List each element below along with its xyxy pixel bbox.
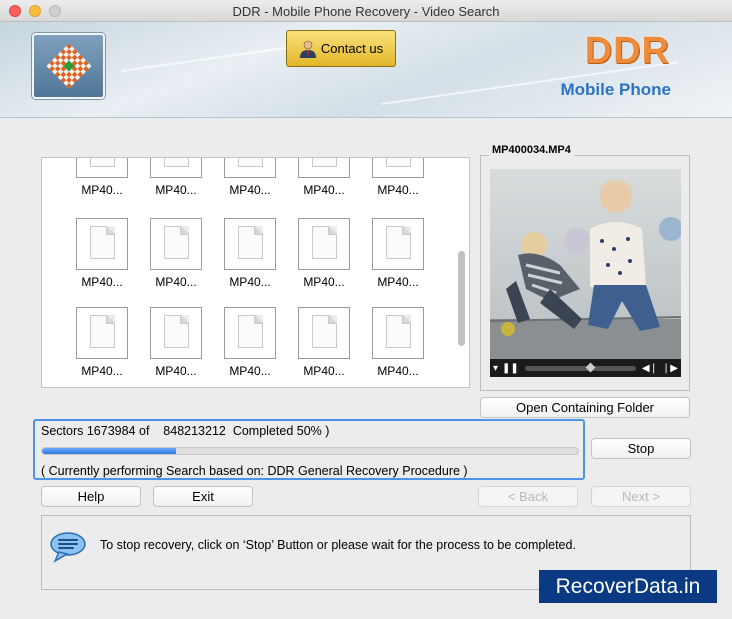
file-name: MP40... xyxy=(377,364,419,378)
progress-group: Sectors 1673984 of 848213212 Completed 5… xyxy=(33,419,585,480)
file-item[interactable]: MP40... xyxy=(294,158,354,197)
watermark-badge: RecoverData.in xyxy=(539,570,717,603)
file-item[interactable]: MP40... xyxy=(146,307,206,378)
procedure-status: ( Currently performing Search based on: … xyxy=(41,464,468,478)
file-thumbnail-icon xyxy=(150,307,202,359)
file-item[interactable]: MP40... xyxy=(294,218,354,289)
info-message: To stop recovery, click on ‘Stop’ Button… xyxy=(100,538,576,552)
rewind-icon[interactable]: ◀❘ xyxy=(642,363,658,374)
contact-us-button[interactable]: Contact us xyxy=(286,30,396,67)
file-thumbnail-icon xyxy=(298,218,350,270)
scrollbar-thumb[interactable] xyxy=(458,251,465,346)
next-button[interactable]: Next > xyxy=(591,486,691,507)
file-thumbnail-icon xyxy=(224,307,276,359)
file-name: MP40... xyxy=(377,275,419,289)
file-thumbnail-icon xyxy=(298,307,350,359)
preview-filename: MP400034.MP4 xyxy=(489,144,574,156)
video-controls: ▾ ❚❚ ◀❘ ❘▶ xyxy=(490,359,681,377)
file-name: MP40... xyxy=(303,183,345,197)
file-thumbnail-icon xyxy=(76,218,128,270)
sectors-status: Sectors 1673984 of 848213212 Completed 5… xyxy=(41,424,330,438)
file-thumbnail-icon xyxy=(76,158,128,178)
file-thumbnail-icon xyxy=(372,158,424,178)
file-item[interactable]: MP40... xyxy=(72,218,132,289)
file-name: MP40... xyxy=(155,275,197,289)
file-name: MP40... xyxy=(81,364,123,378)
file-thumbnail-icon xyxy=(150,218,202,270)
file-name: MP40... xyxy=(229,275,271,289)
exit-button[interactable]: Exit xyxy=(153,486,253,507)
file-name: MP40... xyxy=(229,364,271,378)
file-name: MP40... xyxy=(155,364,197,378)
file-name: MP40... xyxy=(377,183,419,197)
file-name: MP40... xyxy=(81,275,123,289)
person-icon xyxy=(299,40,317,58)
file-item[interactable]: MP40... xyxy=(368,218,428,289)
file-item[interactable]: MP40... xyxy=(368,307,428,378)
pause-icon[interactable]: ❚❚ xyxy=(502,363,519,374)
checker-logo-icon xyxy=(46,44,91,88)
video-frame-image xyxy=(490,169,681,359)
file-thumbnail-icon xyxy=(372,307,424,359)
speech-bubble-icon xyxy=(49,531,89,563)
file-thumbnail-icon xyxy=(372,218,424,270)
file-item[interactable]: MP40... xyxy=(294,307,354,378)
back-button[interactable]: < Back xyxy=(478,486,578,507)
file-name: MP40... xyxy=(81,183,123,197)
file-thumbnail-icon xyxy=(76,307,128,359)
window-title: DDR - Mobile Phone Recovery - Video Sear… xyxy=(232,4,500,19)
brand-title: DDR xyxy=(584,30,670,72)
contact-us-label: Contact us xyxy=(320,41,384,56)
open-containing-folder-button[interactable]: Open Containing Folder xyxy=(480,397,690,418)
video-preview[interactable] xyxy=(490,169,681,377)
seek-knob[interactable] xyxy=(585,362,596,372)
file-item[interactable]: MP40... xyxy=(72,307,132,378)
file-name: MP40... xyxy=(229,183,271,197)
progress-bar xyxy=(41,447,579,455)
file-item[interactable]: MP40... xyxy=(220,307,280,378)
volume-icon[interactable]: ▾ xyxy=(493,363,498,374)
help-button[interactable]: Help xyxy=(41,486,141,507)
file-item[interactable]: MP40... xyxy=(220,158,280,197)
file-name: MP40... xyxy=(155,183,197,197)
file-item[interactable]: MP40... xyxy=(146,158,206,197)
file-item[interactable]: MP40... xyxy=(220,218,280,289)
title-bar: DDR - Mobile Phone Recovery - Video Sear… xyxy=(0,0,732,22)
file-thumbnail-icon xyxy=(224,158,276,178)
stop-button[interactable]: Stop xyxy=(591,438,691,459)
video-seek-bar[interactable] xyxy=(524,362,636,372)
file-name: MP40... xyxy=(303,364,345,378)
file-thumbnail-icon xyxy=(298,158,350,178)
file-name: MP40... xyxy=(303,275,345,289)
file-item[interactable]: MP40... xyxy=(368,158,428,197)
file-item[interactable]: MP40... xyxy=(146,218,206,289)
brand-subtitle: Mobile Phone xyxy=(560,80,672,99)
file-thumbnail-icon xyxy=(150,158,202,178)
forward-icon[interactable]: ❘▶ xyxy=(662,363,678,374)
app-logo xyxy=(32,33,105,99)
file-item[interactable]: MP40... xyxy=(72,158,132,197)
header-banner: Contact us DDR Mobile Phone xyxy=(0,22,732,118)
file-thumbnail-icon xyxy=(224,218,276,270)
progress-fill xyxy=(42,448,176,454)
file-grid-panel[interactable]: MP40... MP40... MP40... MP40... MP40... MP40.… xyxy=(41,157,470,388)
